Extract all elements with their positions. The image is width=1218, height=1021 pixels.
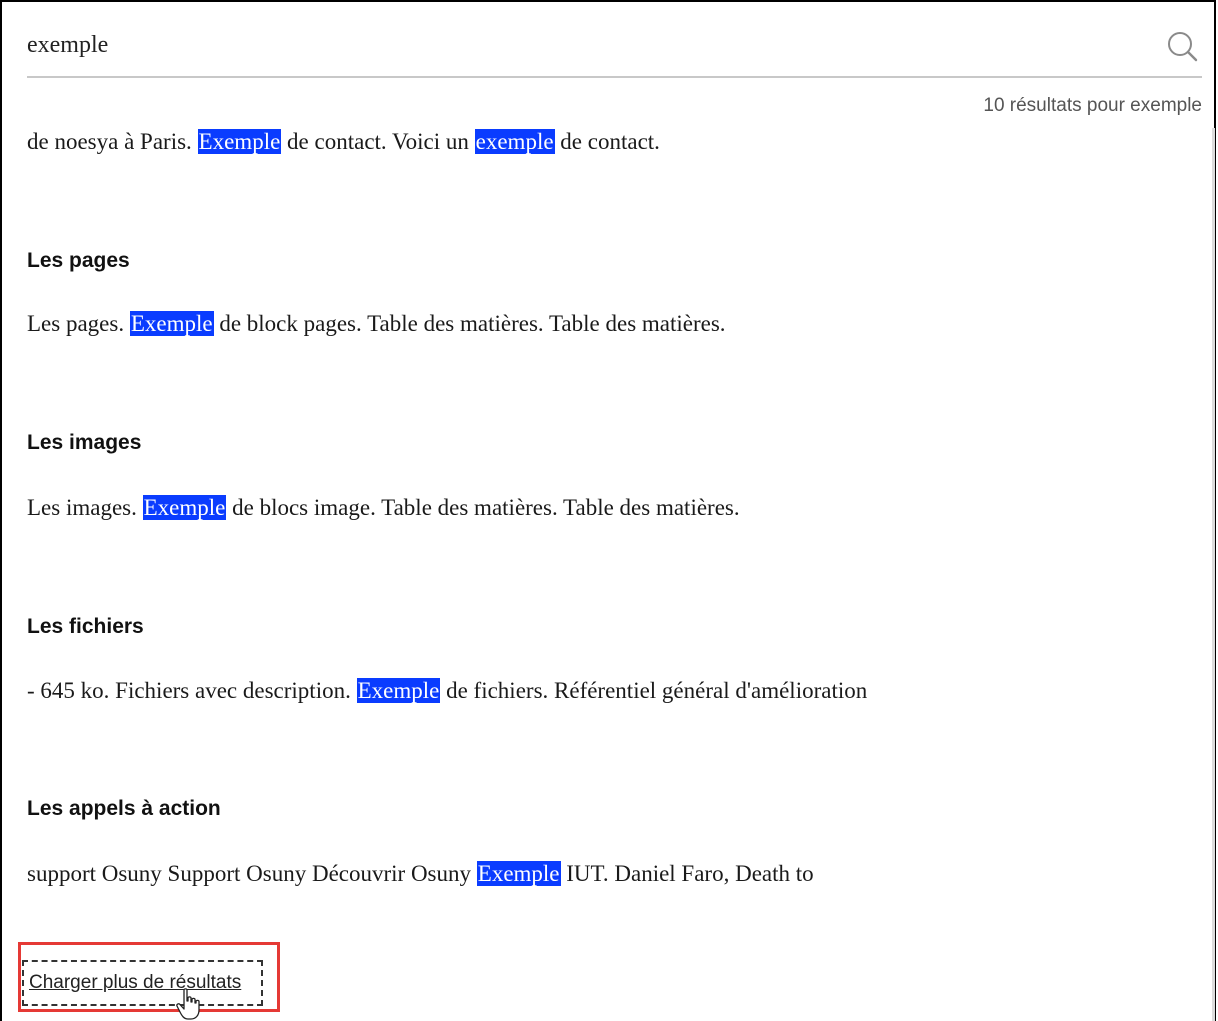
search-term-highlight: Exemple bbox=[197, 129, 282, 154]
result-title[interactable]: Les fichiers bbox=[27, 615, 144, 639]
excerpt-text: de blocs image. Table des matières. Tabl… bbox=[226, 495, 740, 520]
search-term-highlight: Exemple bbox=[476, 861, 561, 886]
excerpt-text: de block pages. Table des matières. Tabl… bbox=[213, 311, 726, 336]
hand-cursor-icon bbox=[176, 988, 200, 1020]
excerpt-text: IUT. Daniel Faro, Death to bbox=[560, 861, 814, 886]
search-term-highlight: Exemple bbox=[142, 495, 227, 520]
excerpt-text: Les images. bbox=[27, 495, 143, 520]
result-excerpt: - 645 ko. Fichiers avec description. Exe… bbox=[27, 678, 867, 704]
excerpt-text: Les pages. bbox=[27, 311, 130, 336]
search-bar bbox=[27, 10, 1202, 78]
search-term-highlight: Exemple bbox=[129, 311, 214, 336]
excerpt-text: de noesya à Paris. bbox=[27, 129, 198, 154]
result-title[interactable]: Les pages bbox=[27, 249, 130, 273]
excerpt-text: de fichiers. Référentiel général d'améli… bbox=[440, 678, 868, 703]
search-term-highlight: exemple bbox=[474, 129, 555, 154]
scrollbar[interactable] bbox=[1212, 128, 1215, 1021]
excerpt-text: support Osuny Support Osuny Découvrir Os… bbox=[27, 861, 477, 886]
result-excerpt: Les images. Exemple de blocs image. Tabl… bbox=[27, 495, 740, 521]
search-term-highlight: Exemple bbox=[356, 678, 441, 703]
result-excerpt: support Osuny Support Osuny Découvrir Os… bbox=[27, 861, 814, 887]
result-excerpt: de noesya à Paris. Exemple de contact. V… bbox=[27, 129, 660, 155]
results-count: 10 résultats pour exemple bbox=[983, 95, 1202, 116]
result-excerpt: Les pages. Exemple de block pages. Table… bbox=[27, 311, 726, 337]
excerpt-text: - 645 ko. Fichiers avec description. bbox=[27, 678, 357, 703]
excerpt-text: de contact. bbox=[554, 129, 660, 154]
result-title[interactable]: Les appels à action bbox=[27, 797, 221, 821]
search-icon[interactable] bbox=[1166, 30, 1198, 62]
load-more-button[interactable]: Charger plus de résultats bbox=[22, 960, 263, 1006]
excerpt-text: de contact. Voici un bbox=[281, 129, 475, 154]
result-title[interactable]: Les images bbox=[27, 431, 141, 455]
search-input[interactable] bbox=[27, 28, 1147, 62]
